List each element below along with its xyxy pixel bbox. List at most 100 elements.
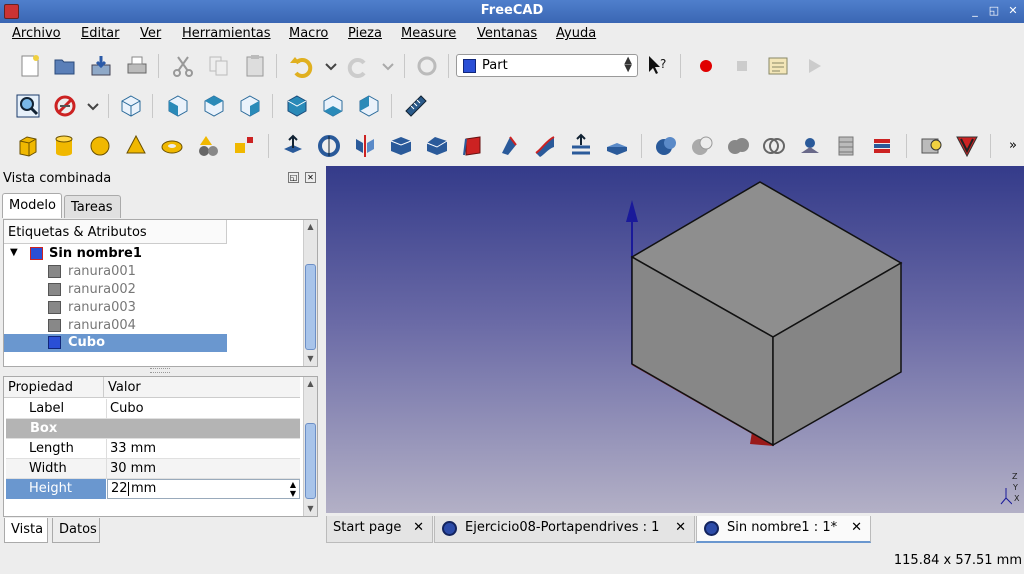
view-isometric-icon[interactable]	[118, 93, 144, 119]
measure-distance-icon[interactable]	[403, 93, 429, 119]
macro-edit-icon[interactable]	[765, 53, 791, 79]
tree-column-header[interactable]: Etiquetas & Atributos	[4, 220, 227, 244]
part-primitives-icon[interactable]	[195, 133, 221, 159]
sweep-icon[interactable]	[568, 133, 594, 159]
copy-icon[interactable]	[206, 53, 232, 79]
property-value[interactable]: 33 mm	[110, 441, 156, 456]
scroll-down-icon[interactable]: ▼	[305, 354, 316, 363]
tab-vista[interactable]: Vista	[4, 518, 48, 543]
undo-dropdown-icon[interactable]	[318, 53, 344, 79]
view-rear-icon[interactable]	[284, 93, 310, 119]
tree-item-cubo[interactable]: Cubo	[4, 334, 227, 352]
mirror-icon[interactable]	[352, 133, 378, 159]
loft-icon[interactable]	[532, 133, 558, 159]
minimize-button[interactable]: _	[967, 3, 983, 19]
property-group-box[interactable]: Box	[6, 419, 300, 439]
workbench-selector[interactable]: Part ▲ ▼	[456, 54, 638, 77]
part-cylinder-icon[interactable]	[51, 133, 77, 159]
tree-root-row[interactable]: ▼ Sin nombre1	[10, 245, 300, 263]
close-tab-icon[interactable]: ✕	[413, 520, 424, 535]
spin-arrows-icon[interactable]: ▲ ▼	[290, 480, 296, 498]
save-icon[interactable]	[88, 53, 114, 79]
check-geometry-icon[interactable]	[918, 133, 944, 159]
boolean-icon[interactable]	[653, 133, 679, 159]
undo-icon[interactable]	[288, 53, 314, 79]
property-value[interactable]: Cubo	[110, 401, 144, 416]
chamfer-icon[interactable]	[424, 133, 450, 159]
view-top-icon[interactable]	[201, 93, 227, 119]
expand-arrow-icon[interactable]: ▼	[10, 247, 18, 258]
offset-icon[interactable]	[604, 133, 630, 159]
menu-measure[interactable]: Measure	[401, 26, 456, 41]
close-tab-icon[interactable]: ✕	[851, 520, 862, 535]
extrude-icon[interactable]	[280, 133, 306, 159]
part-sphere-icon[interactable]	[87, 133, 113, 159]
paste-icon[interactable]	[242, 53, 268, 79]
redo-icon[interactable]	[346, 53, 372, 79]
open-folder-icon[interactable]	[52, 53, 78, 79]
common-shapes-icon[interactable]	[761, 133, 787, 159]
fuse-shapes-icon[interactable]	[725, 133, 751, 159]
redo-dropdown-icon[interactable]	[375, 53, 401, 79]
fit-all-icon[interactable]	[15, 93, 41, 119]
macro-record-icon[interactable]	[693, 53, 719, 79]
menu-ver[interactable]: Ver	[140, 26, 161, 41]
property-value[interactable]: 30 mm	[110, 461, 156, 476]
tree-item-ranura001[interactable]: ranura001	[10, 263, 300, 281]
float-panel-icon[interactable]: ◱	[288, 172, 299, 183]
view-bottom-icon[interactable]	[320, 93, 346, 119]
property-row-label[interactable]: Label Cubo	[6, 399, 300, 419]
scroll-down-icon[interactable]: ▼	[305, 504, 316, 513]
menu-pieza[interactable]: Pieza	[348, 26, 382, 41]
revolve-icon[interactable]	[316, 133, 342, 159]
macro-run-icon[interactable]	[801, 53, 827, 79]
cut-icon[interactable]	[170, 53, 196, 79]
tree-item-ranura004[interactable]: ranura004	[10, 317, 300, 335]
doc-tab-start-page[interactable]: Start page ✕	[326, 516, 433, 543]
whats-this-icon[interactable]: ?	[645, 53, 671, 79]
scroll-up-icon[interactable]: ▲	[305, 379, 316, 388]
tab-tareas[interactable]: Tareas	[64, 195, 121, 218]
property-scrollbar[interactable]: ▲ ▼	[303, 377, 317, 516]
menu-macro[interactable]: Macro	[289, 26, 328, 41]
height-value-input[interactable]: 22	[111, 481, 128, 496]
tab-datos[interactable]: Datos	[52, 518, 100, 543]
close-window-button[interactable]: ✕	[1005, 3, 1021, 19]
property-row-length[interactable]: Length 33 mm	[6, 439, 300, 459]
menu-ayuda[interactable]: Ayuda	[556, 26, 596, 41]
tree-item-ranura003[interactable]: ranura003	[10, 299, 300, 317]
make-face-icon[interactable]	[460, 133, 486, 159]
viewport-scene[interactable]	[326, 166, 1024, 513]
scroll-up-icon[interactable]: ▲	[305, 222, 316, 231]
part-torus-icon[interactable]	[159, 133, 185, 159]
menu-editar[interactable]: Editar	[81, 26, 120, 41]
print-icon[interactable]	[124, 53, 150, 79]
draw-style-dropdown-icon[interactable]	[80, 93, 106, 119]
3d-viewport[interactable]: Z Y X	[326, 166, 1024, 513]
shape-builder-icon[interactable]	[231, 133, 257, 159]
toolbar-overflow-button[interactable]: »	[1009, 138, 1017, 153]
compound-icon[interactable]	[869, 133, 895, 159]
property-scroll-thumb[interactable]	[305, 423, 316, 499]
property-column-header[interactable]: Propiedad	[4, 377, 104, 398]
macro-stop-icon[interactable]	[729, 53, 755, 79]
refresh-icon[interactable]	[414, 53, 440, 79]
tree-item-ranura002[interactable]: ranura002	[10, 281, 300, 299]
view-right-icon[interactable]	[237, 93, 263, 119]
view-front-icon[interactable]	[165, 93, 191, 119]
doc-tab-ejercicio08[interactable]: Ejercicio08-Portapendrives : 1 ✕	[434, 516, 695, 543]
part-box-icon[interactable]	[15, 133, 41, 159]
section-icon[interactable]	[797, 133, 823, 159]
close-tab-icon[interactable]: ✕	[675, 520, 686, 535]
close-panel-icon[interactable]: ✕	[305, 172, 316, 183]
new-document-icon[interactable]	[17, 53, 43, 79]
ruled-surface-icon[interactable]	[496, 133, 522, 159]
menu-archivo[interactable]: Archivo	[12, 26, 61, 41]
doc-tab-sin-nombre1[interactable]: Sin nombre1 : 1* ✕	[696, 516, 871, 543]
height-spinbox[interactable]: 22 mm ▲ ▼	[107, 479, 300, 499]
value-column-header[interactable]: Valor	[104, 377, 300, 398]
fillet-icon[interactable]	[388, 133, 414, 159]
draw-style-icon[interactable]	[52, 93, 78, 119]
tab-modelo[interactable]: Modelo	[2, 193, 62, 218]
cross-sections-icon[interactable]	[833, 133, 859, 159]
